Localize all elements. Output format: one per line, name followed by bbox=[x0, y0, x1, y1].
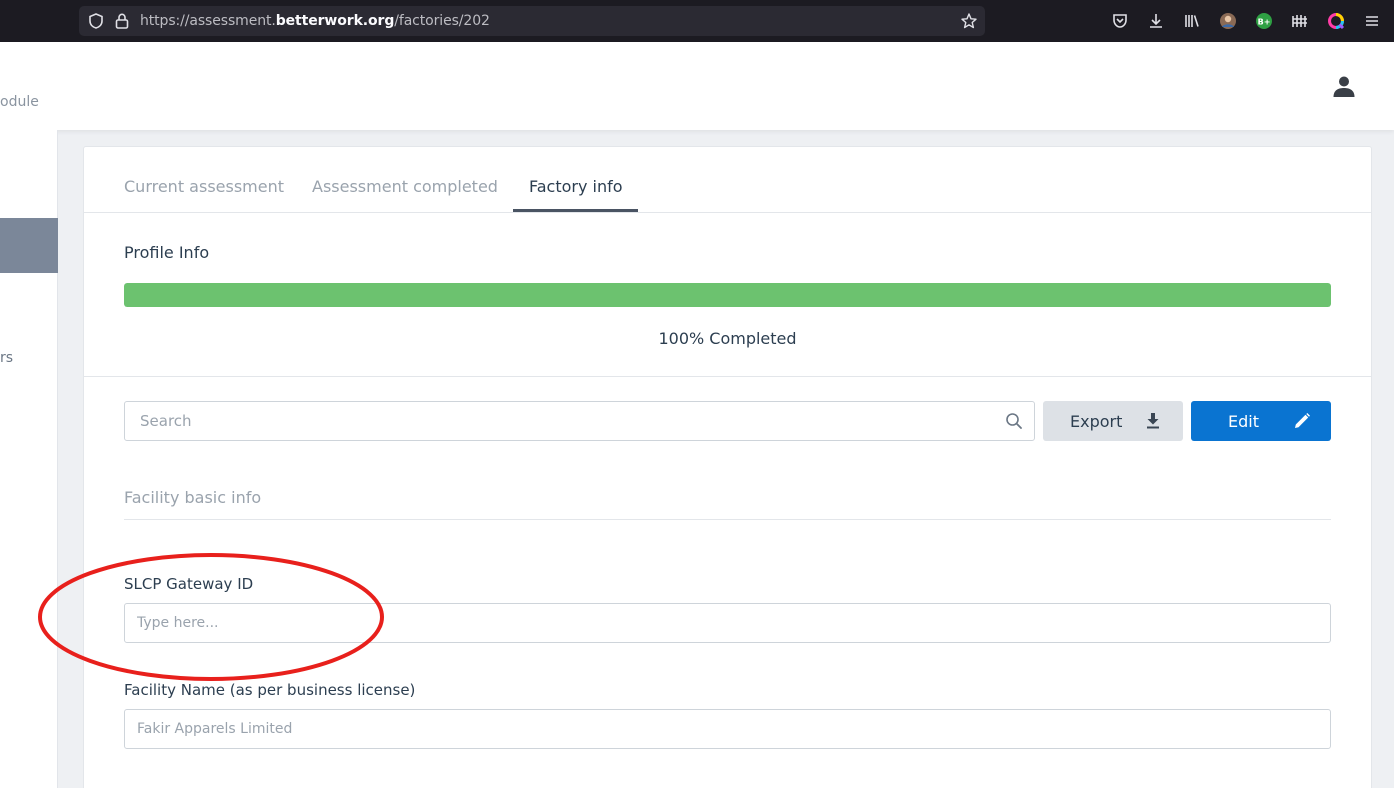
library-icon[interactable] bbox=[1182, 11, 1202, 31]
colorwheel-icon[interactable] bbox=[1326, 11, 1346, 31]
url-text[interactable]: https://assessment.betterwork.org/factor… bbox=[140, 13, 490, 29]
bplus-icon[interactable]: B+ bbox=[1254, 11, 1274, 31]
section-title: Profile Info bbox=[124, 243, 210, 262]
avatar-icon[interactable] bbox=[1218, 11, 1238, 31]
edit-label: Edit bbox=[1228, 412, 1259, 431]
shield-icon[interactable] bbox=[87, 12, 105, 34]
progress-label: 100% Completed bbox=[658, 329, 797, 348]
sidebar: rs bbox=[0, 130, 58, 788]
tab-factory-info[interactable]: Factory info bbox=[529, 177, 623, 196]
search-input[interactable] bbox=[125, 402, 995, 440]
module-title: odule bbox=[0, 94, 39, 110]
divider bbox=[84, 376, 1371, 377]
edit-button[interactable]: Edit bbox=[1191, 401, 1331, 441]
lock-icon[interactable] bbox=[114, 12, 130, 34]
facility-name-field[interactable] bbox=[124, 709, 1331, 749]
active-tab-indicator bbox=[513, 209, 638, 212]
download-icon[interactable] bbox=[1146, 11, 1166, 31]
facility-name-input[interactable] bbox=[125, 710, 1330, 748]
address-bar[interactable]: https://assessment.betterwork.org/factor… bbox=[79, 6, 985, 36]
divider bbox=[124, 519, 1331, 520]
group-title: Facility basic info bbox=[124, 488, 262, 507]
svg-text:B+: B+ bbox=[1258, 18, 1271, 27]
pocket-icon[interactable] bbox=[1110, 11, 1130, 31]
extension-icon[interactable] bbox=[1290, 11, 1310, 31]
pencil-icon bbox=[1293, 412, 1311, 434]
export-button[interactable]: Export bbox=[1043, 401, 1183, 441]
progress-bar bbox=[124, 283, 1331, 307]
progress-fill bbox=[124, 283, 1331, 307]
facility-name-label: Facility Name (as per business license) bbox=[124, 681, 416, 699]
tab-current-assessment[interactable]: Current assessment bbox=[124, 177, 284, 196]
star-icon[interactable] bbox=[960, 12, 978, 34]
tab-bar: Current assessment Assessment completed … bbox=[84, 147, 1371, 213]
app-header: odule bbox=[0, 42, 1394, 130]
sidebar-item-active[interactable] bbox=[0, 218, 58, 273]
search-field[interactable] bbox=[124, 401, 1035, 441]
annotation-circle bbox=[38, 553, 384, 681]
sidebar-item-label[interactable]: rs bbox=[0, 350, 13, 366]
export-label: Export bbox=[1070, 412, 1123, 431]
browser-toolbar: https://assessment.betterwork.org/factor… bbox=[0, 0, 1394, 42]
search-icon[interactable] bbox=[1005, 412, 1023, 434]
user-icon[interactable] bbox=[1332, 74, 1356, 102]
factory-card: Current assessment Assessment completed … bbox=[83, 146, 1372, 788]
menu-icon[interactable] bbox=[1362, 11, 1382, 31]
download-icon bbox=[1145, 412, 1161, 434]
tab-assessment-completed[interactable]: Assessment completed bbox=[312, 177, 498, 196]
